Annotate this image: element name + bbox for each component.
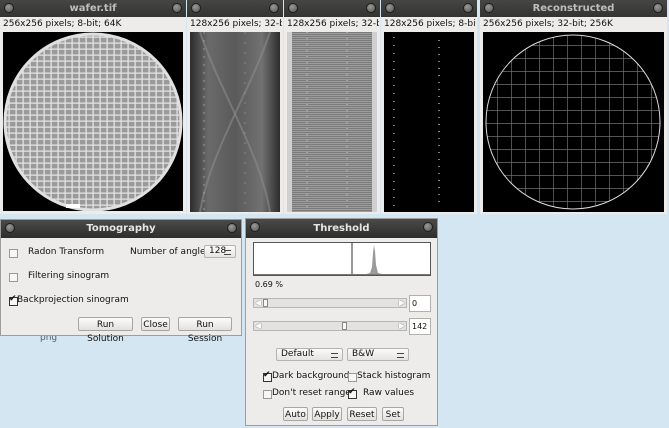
close-window-icon[interactable] bbox=[4, 3, 14, 13]
chevron-down-icon bbox=[397, 353, 404, 358]
min-threshold-field[interactable]: 0 bbox=[409, 295, 431, 312]
display-mode-value: B&W bbox=[352, 349, 375, 359]
apply-button[interactable]: Apply bbox=[312, 407, 342, 421]
close-window-icon[interactable] bbox=[385, 3, 395, 13]
close-button[interactable]: Close bbox=[141, 317, 170, 331]
sinogram-2-info: 128x256 pixels; 32-bit; 1 bbox=[287, 19, 379, 29]
reconstructed-window[interactable]: Reconstructed 256x256 pixels; 32-bit; 25… bbox=[480, 0, 667, 214]
radon-transform-checkbox[interactable] bbox=[9, 249, 18, 258]
maximize-window-icon[interactable] bbox=[366, 3, 376, 13]
sinogram-1-image bbox=[199, 31, 271, 213]
maximize-window-icon[interactable] bbox=[172, 3, 182, 13]
dont-reset-range-checkbox[interactable] bbox=[263, 390, 272, 399]
number-of-angles-label: Number of angles bbox=[130, 247, 211, 257]
wafer-image-window[interactable]: wafer.tif 256x256 pixels; 8-bit; 64K bbox=[0, 0, 186, 214]
reconstructed-image bbox=[485, 34, 661, 210]
run-session-button[interactable]: Run Session bbox=[178, 317, 232, 344]
reconstructed-window-title: Reconstructed bbox=[532, 3, 615, 14]
auto-button[interactable]: Auto bbox=[283, 407, 308, 421]
dont-reset-range-label: Don't reset range bbox=[272, 388, 351, 398]
sinogram-2-image bbox=[287, 32, 377, 212]
arrow-left-icon[interactable] bbox=[255, 300, 261, 306]
raw-values-checkbox[interactable] bbox=[348, 387, 357, 399]
maximize-window-icon[interactable] bbox=[653, 3, 663, 13]
backprojection-sinogram-label: Backprojection sinogram bbox=[17, 295, 129, 305]
maximize-window-icon[interactable] bbox=[269, 3, 279, 13]
sinogram-1-info: 128x256 pixels; 32-bit; 1 bbox=[190, 19, 282, 29]
tomography-title-bar[interactable]: Tomography bbox=[1, 220, 241, 238]
tomography-dialog[interactable]: Tomography Radon Transform Number of ang… bbox=[0, 219, 242, 344]
reconstructed-canvas[interactable] bbox=[483, 32, 664, 212]
number-of-angles-select[interactable]: 128 bbox=[204, 245, 236, 258]
dark-background-label: Dark background bbox=[272, 371, 350, 381]
wafer-window-title: wafer.tif bbox=[69, 3, 117, 14]
max-threshold-slider[interactable] bbox=[253, 321, 407, 331]
histogram-plot[interactable] bbox=[253, 242, 431, 276]
filtering-sinogram-label: Filtering sinogram bbox=[28, 271, 110, 281]
reset-button[interactable]: Reset bbox=[347, 407, 377, 421]
threshold-method-value: Default bbox=[281, 349, 314, 359]
arrow-left-icon[interactable] bbox=[255, 323, 261, 329]
reconstructed-info: 256x256 pixels; 32-bit; 256K bbox=[483, 19, 613, 29]
chevron-down-icon bbox=[331, 353, 338, 358]
close-window-icon[interactable] bbox=[288, 3, 298, 13]
wafer-image bbox=[3, 32, 183, 212]
sinogram-3-canvas[interactable] bbox=[384, 32, 474, 212]
stack-histogram-label: Stack histogram bbox=[357, 371, 431, 381]
radon-transform-label: Radon Transform bbox=[28, 247, 105, 257]
close-window-icon[interactable] bbox=[250, 222, 260, 232]
sinogram-2-canvas[interactable] bbox=[287, 32, 377, 212]
display-mode-select[interactable]: B&W bbox=[347, 348, 409, 361]
sinogram-window-3[interactable]: 128x256 pixels; 8-bit; 3 bbox=[381, 0, 477, 214]
sinogram-3-title-bar[interactable] bbox=[381, 0, 477, 17]
sinogram-3-image bbox=[393, 37, 440, 207]
chevron-down-icon bbox=[224, 250, 231, 255]
wafer-image-canvas[interactable] bbox=[3, 32, 183, 212]
max-threshold-thumb[interactable] bbox=[342, 322, 347, 330]
close-window-icon[interactable] bbox=[5, 223, 15, 233]
maximize-window-icon[interactable] bbox=[423, 222, 433, 232]
min-threshold-thumb[interactable] bbox=[263, 299, 268, 307]
filtering-sinogram-checkbox[interactable] bbox=[9, 273, 18, 282]
threshold-percent: 0.69 % bbox=[255, 280, 283, 289]
reconstructed-title-bar[interactable]: Reconstructed bbox=[480, 0, 667, 17]
threshold-title-bar[interactable]: Threshold bbox=[246, 219, 437, 238]
sinogram-1-title-bar[interactable] bbox=[187, 0, 283, 17]
close-window-icon[interactable] bbox=[191, 3, 201, 13]
wafer-image-info: 256x256 pixels; 8-bit; 64K bbox=[3, 19, 122, 29]
close-window-icon[interactable] bbox=[484, 3, 494, 13]
sinogram-3-info: 128x256 pixels; 8-bit; 3 bbox=[384, 19, 476, 29]
arrow-right-icon[interactable] bbox=[399, 323, 405, 329]
run-solution-button[interactable]: Run Solution bbox=[78, 317, 133, 344]
threshold-dialog[interactable]: Threshold 0.69 % 0 142 Default B&W Dark … bbox=[245, 218, 438, 426]
min-threshold-slider[interactable] bbox=[253, 298, 407, 308]
maximize-window-icon[interactable] bbox=[463, 3, 473, 13]
threshold-method-select[interactable]: Default bbox=[276, 348, 343, 361]
threshold-title: Threshold bbox=[313, 223, 370, 234]
tomography-title: Tomography bbox=[86, 223, 156, 234]
sinogram-2-title-bar[interactable] bbox=[284, 0, 380, 17]
histogram-graph bbox=[254, 243, 430, 275]
max-threshold-field[interactable]: 142 bbox=[409, 318, 431, 335]
dark-background-checkbox[interactable] bbox=[263, 370, 272, 382]
arrow-right-icon[interactable] bbox=[399, 300, 405, 306]
wafer-title-bar[interactable]: wafer.tif bbox=[0, 0, 186, 17]
raw-values-label: Raw values bbox=[363, 388, 415, 398]
sinogram-window-1[interactable]: 128x256 pixels; 32-bit; 1 bbox=[187, 0, 283, 214]
sinogram-window-2[interactable]: 128x256 pixels; 32-bit; 1 bbox=[284, 0, 380, 214]
maximize-window-icon[interactable] bbox=[227, 223, 237, 233]
sinogram-1-canvas[interactable] bbox=[190, 31, 280, 213]
set-button[interactable]: Set bbox=[382, 407, 404, 421]
stack-histogram-checkbox[interactable] bbox=[348, 373, 357, 382]
